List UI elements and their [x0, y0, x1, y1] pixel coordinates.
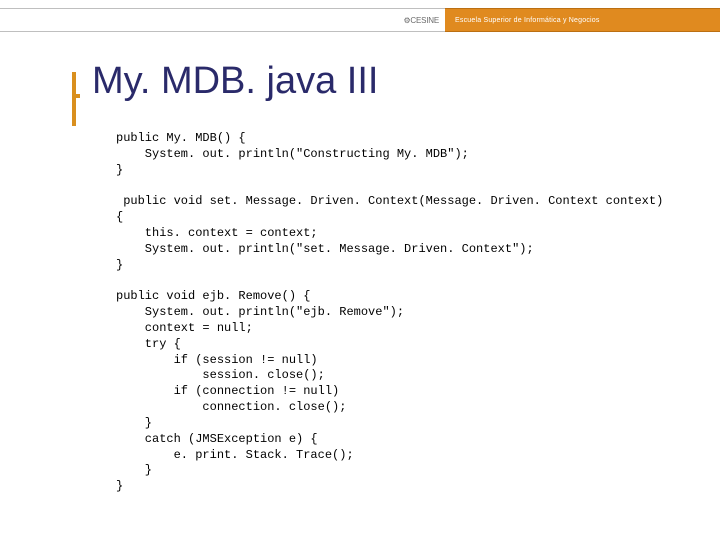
header-tagline: Escuela Superior de Informática y Negoci… [455, 17, 600, 24]
slide-content: My. MDB. java III public My. MDB() { Sys… [72, 60, 690, 495]
logo-text: ⚙CESINE [403, 16, 439, 25]
header-logo-area: ⚙CESINE [0, 8, 445, 32]
header-tagline-area: Escuela Superior de Informática y Negoci… [445, 8, 720, 32]
page-title: My. MDB. java III [92, 60, 690, 103]
header-bar: ⚙CESINE Escuela Superior de Informática … [0, 8, 720, 32]
code-block: public My. MDB() { System. out. println(… [116, 131, 690, 495]
